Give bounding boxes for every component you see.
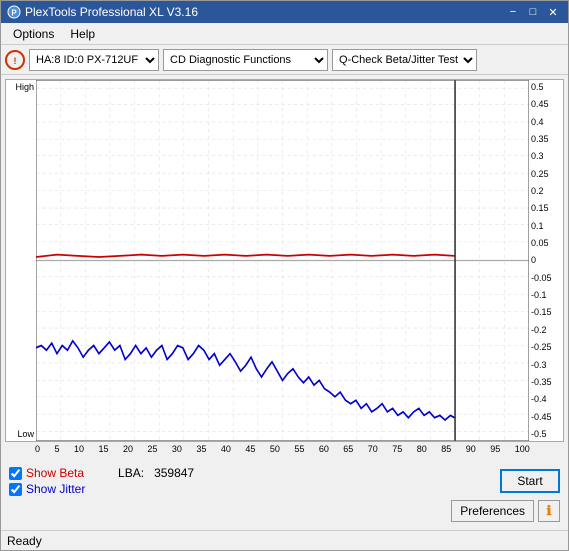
y-right-neg0.1: -0.1 bbox=[531, 290, 561, 300]
x-label-10: 10 bbox=[74, 444, 84, 458]
function-select[interactable]: CD Diagnostic Functions bbox=[163, 49, 328, 71]
y-right-neg0.5: -0.5 bbox=[531, 429, 561, 439]
lba-label: LBA: bbox=[118, 466, 144, 480]
chart-area: High Low bbox=[5, 79, 564, 442]
device-select[interactable]: HA:8 ID:0 PX-712UF bbox=[29, 49, 159, 71]
menu-bar: Options Help bbox=[1, 23, 568, 45]
y-right-neg0.45: -0.45 bbox=[531, 412, 561, 422]
x-label-60: 60 bbox=[319, 444, 329, 458]
y-right-neg0.05: -0.05 bbox=[531, 273, 561, 283]
x-label-30: 30 bbox=[172, 444, 182, 458]
svg-text:P: P bbox=[11, 9, 17, 18]
x-label-95: 95 bbox=[490, 444, 500, 458]
main-window: P PlexTools Professional XL V3.16 − □ ✕ … bbox=[0, 0, 569, 551]
main-content: High Low bbox=[1, 75, 568, 530]
y-right-0.35: 0.35 bbox=[531, 134, 561, 144]
y-axis-right: 0.5 0.45 0.4 0.35 0.3 0.25 0.2 0.15 0.1 … bbox=[529, 80, 563, 441]
menu-help[interactable]: Help bbox=[62, 25, 103, 43]
device-icon: ! bbox=[5, 50, 25, 70]
y-right-neg0.25: -0.25 bbox=[531, 342, 561, 352]
y-right-neg0.3: -0.3 bbox=[531, 360, 561, 370]
y-right-neg0.15: -0.15 bbox=[531, 307, 561, 317]
x-label-40: 40 bbox=[221, 444, 231, 458]
y-right-0.1: 0.1 bbox=[531, 221, 561, 231]
x-label-0: 0 bbox=[35, 444, 40, 458]
x-label-90: 90 bbox=[466, 444, 476, 458]
y-right-0.2: 0.2 bbox=[531, 186, 561, 196]
x-label-65: 65 bbox=[343, 444, 353, 458]
start-button[interactable]: Start bbox=[500, 469, 560, 493]
x-label-55: 55 bbox=[294, 444, 304, 458]
y-right-neg0.35: -0.35 bbox=[531, 377, 561, 387]
x-label-20: 20 bbox=[123, 444, 133, 458]
x-axis: 0 5 10 15 20 25 30 35 40 45 50 55 60 65 … bbox=[35, 442, 530, 460]
y-right-0.25: 0.25 bbox=[531, 169, 561, 179]
x-label-15: 15 bbox=[98, 444, 108, 458]
checkboxes: Show Beta LBA: 359847 Show Jitter bbox=[9, 466, 194, 496]
show-jitter-checkbox[interactable] bbox=[9, 483, 22, 496]
show-beta-row: Show Beta LBA: 359847 bbox=[9, 466, 194, 480]
x-label-45: 45 bbox=[245, 444, 255, 458]
bottom-panel: Show Beta LBA: 359847 Show Jitter Start … bbox=[5, 460, 564, 526]
show-beta-label: Show Beta bbox=[26, 466, 84, 480]
y-right-0.5: 0.5 bbox=[531, 82, 561, 92]
svg-text:!: ! bbox=[14, 56, 17, 66]
x-label-35: 35 bbox=[196, 444, 206, 458]
x-label-50: 50 bbox=[270, 444, 280, 458]
preferences-button[interactable]: Preferences bbox=[451, 500, 534, 522]
toolbar: ! HA:8 ID:0 PX-712UF CD Diagnostic Funct… bbox=[1, 45, 568, 75]
y-right-neg0.2: -0.2 bbox=[531, 325, 561, 335]
status-text: Ready bbox=[7, 534, 42, 548]
show-beta-checkbox[interactable] bbox=[9, 467, 22, 480]
info-icon: ℹ bbox=[547, 503, 552, 519]
x-label-25: 25 bbox=[147, 444, 157, 458]
y-right-0: 0 bbox=[531, 255, 561, 265]
title-bar-left: P PlexTools Professional XL V3.16 bbox=[7, 5, 198, 19]
lba-value: 359847 bbox=[154, 466, 194, 480]
title-bar-controls: − □ ✕ bbox=[504, 4, 562, 20]
y-right-0.05: 0.05 bbox=[531, 238, 561, 248]
menu-options[interactable]: Options bbox=[5, 25, 62, 43]
show-jitter-label: Show Jitter bbox=[26, 482, 85, 496]
y-axis-left: High Low bbox=[6, 80, 36, 441]
x-label-70: 70 bbox=[368, 444, 378, 458]
status-bar: Ready bbox=[1, 530, 568, 550]
info-button[interactable]: ℹ bbox=[538, 500, 560, 522]
y-right-0.4: 0.4 bbox=[531, 117, 561, 127]
x-label-85: 85 bbox=[441, 444, 451, 458]
show-jitter-row: Show Jitter bbox=[9, 482, 194, 496]
test-select[interactable]: Q-Check Beta/Jitter Test bbox=[332, 49, 477, 71]
bottom-row: Show Beta LBA: 359847 Show Jitter Start bbox=[9, 466, 560, 496]
y-right-neg0.4: -0.4 bbox=[531, 394, 561, 404]
y-right-0.15: 0.15 bbox=[531, 203, 561, 213]
close-button[interactable]: ✕ bbox=[544, 4, 562, 20]
x-label-75: 75 bbox=[392, 444, 402, 458]
x-label-5: 5 bbox=[54, 444, 59, 458]
chart-svg bbox=[36, 80, 529, 441]
y-right-0.45: 0.45 bbox=[531, 99, 561, 109]
x-label-100: 100 bbox=[515, 444, 530, 458]
title-bar: P PlexTools Professional XL V3.16 − □ ✕ bbox=[1, 1, 568, 23]
minimize-button[interactable]: − bbox=[504, 4, 522, 20]
x-label-80: 80 bbox=[417, 444, 427, 458]
y-label-low: Low bbox=[17, 429, 34, 439]
maximize-button[interactable]: □ bbox=[524, 4, 542, 20]
prefs-area: Preferences ℹ bbox=[9, 500, 560, 522]
chart-inner bbox=[36, 80, 529, 441]
y-right-0.3: 0.3 bbox=[531, 151, 561, 161]
app-icon: P bbox=[7, 5, 21, 19]
window-title: PlexTools Professional XL V3.16 bbox=[25, 5, 198, 19]
y-label-high: High bbox=[15, 82, 34, 92]
